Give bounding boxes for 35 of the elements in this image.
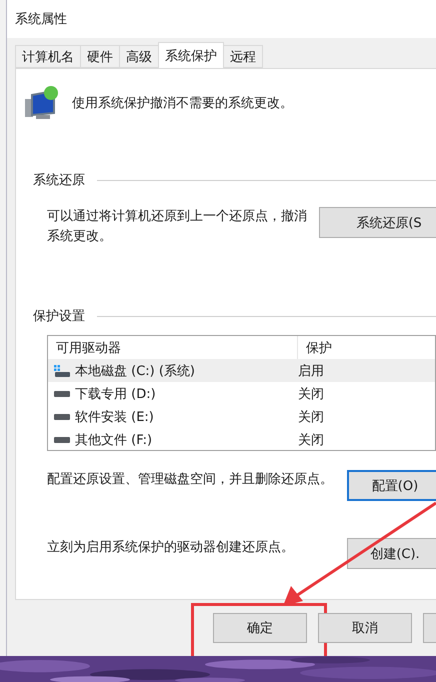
system-drive-icon [54,364,70,376]
drive-name: 本地磁盘 (C:) (系统) [75,362,196,380]
protection-status: 关闭 [297,432,324,448]
protection-status: 启用 [297,362,324,380]
protection-status: 关闭 [297,408,324,426]
dialog-button[interactable]: 取消 [318,613,412,643]
create-button[interactable]: 创建(C). [347,538,436,569]
drive-name: 软件安装 (E:) [75,408,154,426]
tab[interactable]: 系统保护 [158,42,224,68]
tab[interactable]: 高级 [119,45,159,68]
column-header[interactable]: 保护 [298,336,332,359]
drive-row[interactable]: 软件安装 (E:) 关闭 [48,405,435,428]
window-title: 系统属性 [15,11,67,28]
drive-name: 其他文件 (F:) [75,432,152,448]
group-heading: 保护设置 [33,308,85,325]
drive-row[interactable]: 本地磁盘 (C:) (系统) 启用 [48,359,435,382]
create-text: 立刻为启用系统保护的驱动器创建还原点。 [47,539,295,557]
restore-text: 可以通过将计算机还原到上一个还原点，撤消系统更改。 [47,208,308,246]
protection-status: 关闭 [297,386,324,402]
description-text: 使用系统保护撤消不需要的系统更改。 [72,95,293,112]
drive-row[interactable]: 其他文件 (F:) 关闭 [48,428,435,450]
group-heading: 系统还原 [33,172,85,189]
tab[interactable]: 计算机名 [15,45,81,68]
configure-button[interactable]: 配置(O) [347,470,436,501]
tab[interactable]: 远程 [223,45,263,68]
drive-icon [54,436,70,442]
monitor-restore-icon [24,85,60,121]
drive-icon [54,390,70,396]
dialog-button[interactable]: 确定 [213,613,307,643]
tab[interactable]: 硬件 [80,45,120,68]
drive-name: 下载专用 (D:) [75,386,156,402]
configure-text: 配置还原设置、管理磁盘空间，并且删除还原点。 [47,471,334,489]
drive-icon [54,414,70,420]
drive-row[interactable]: 下载专用 (D:) 关闭 [48,382,435,405]
system-restore-button[interactable]: 系统还原(S [319,207,436,238]
